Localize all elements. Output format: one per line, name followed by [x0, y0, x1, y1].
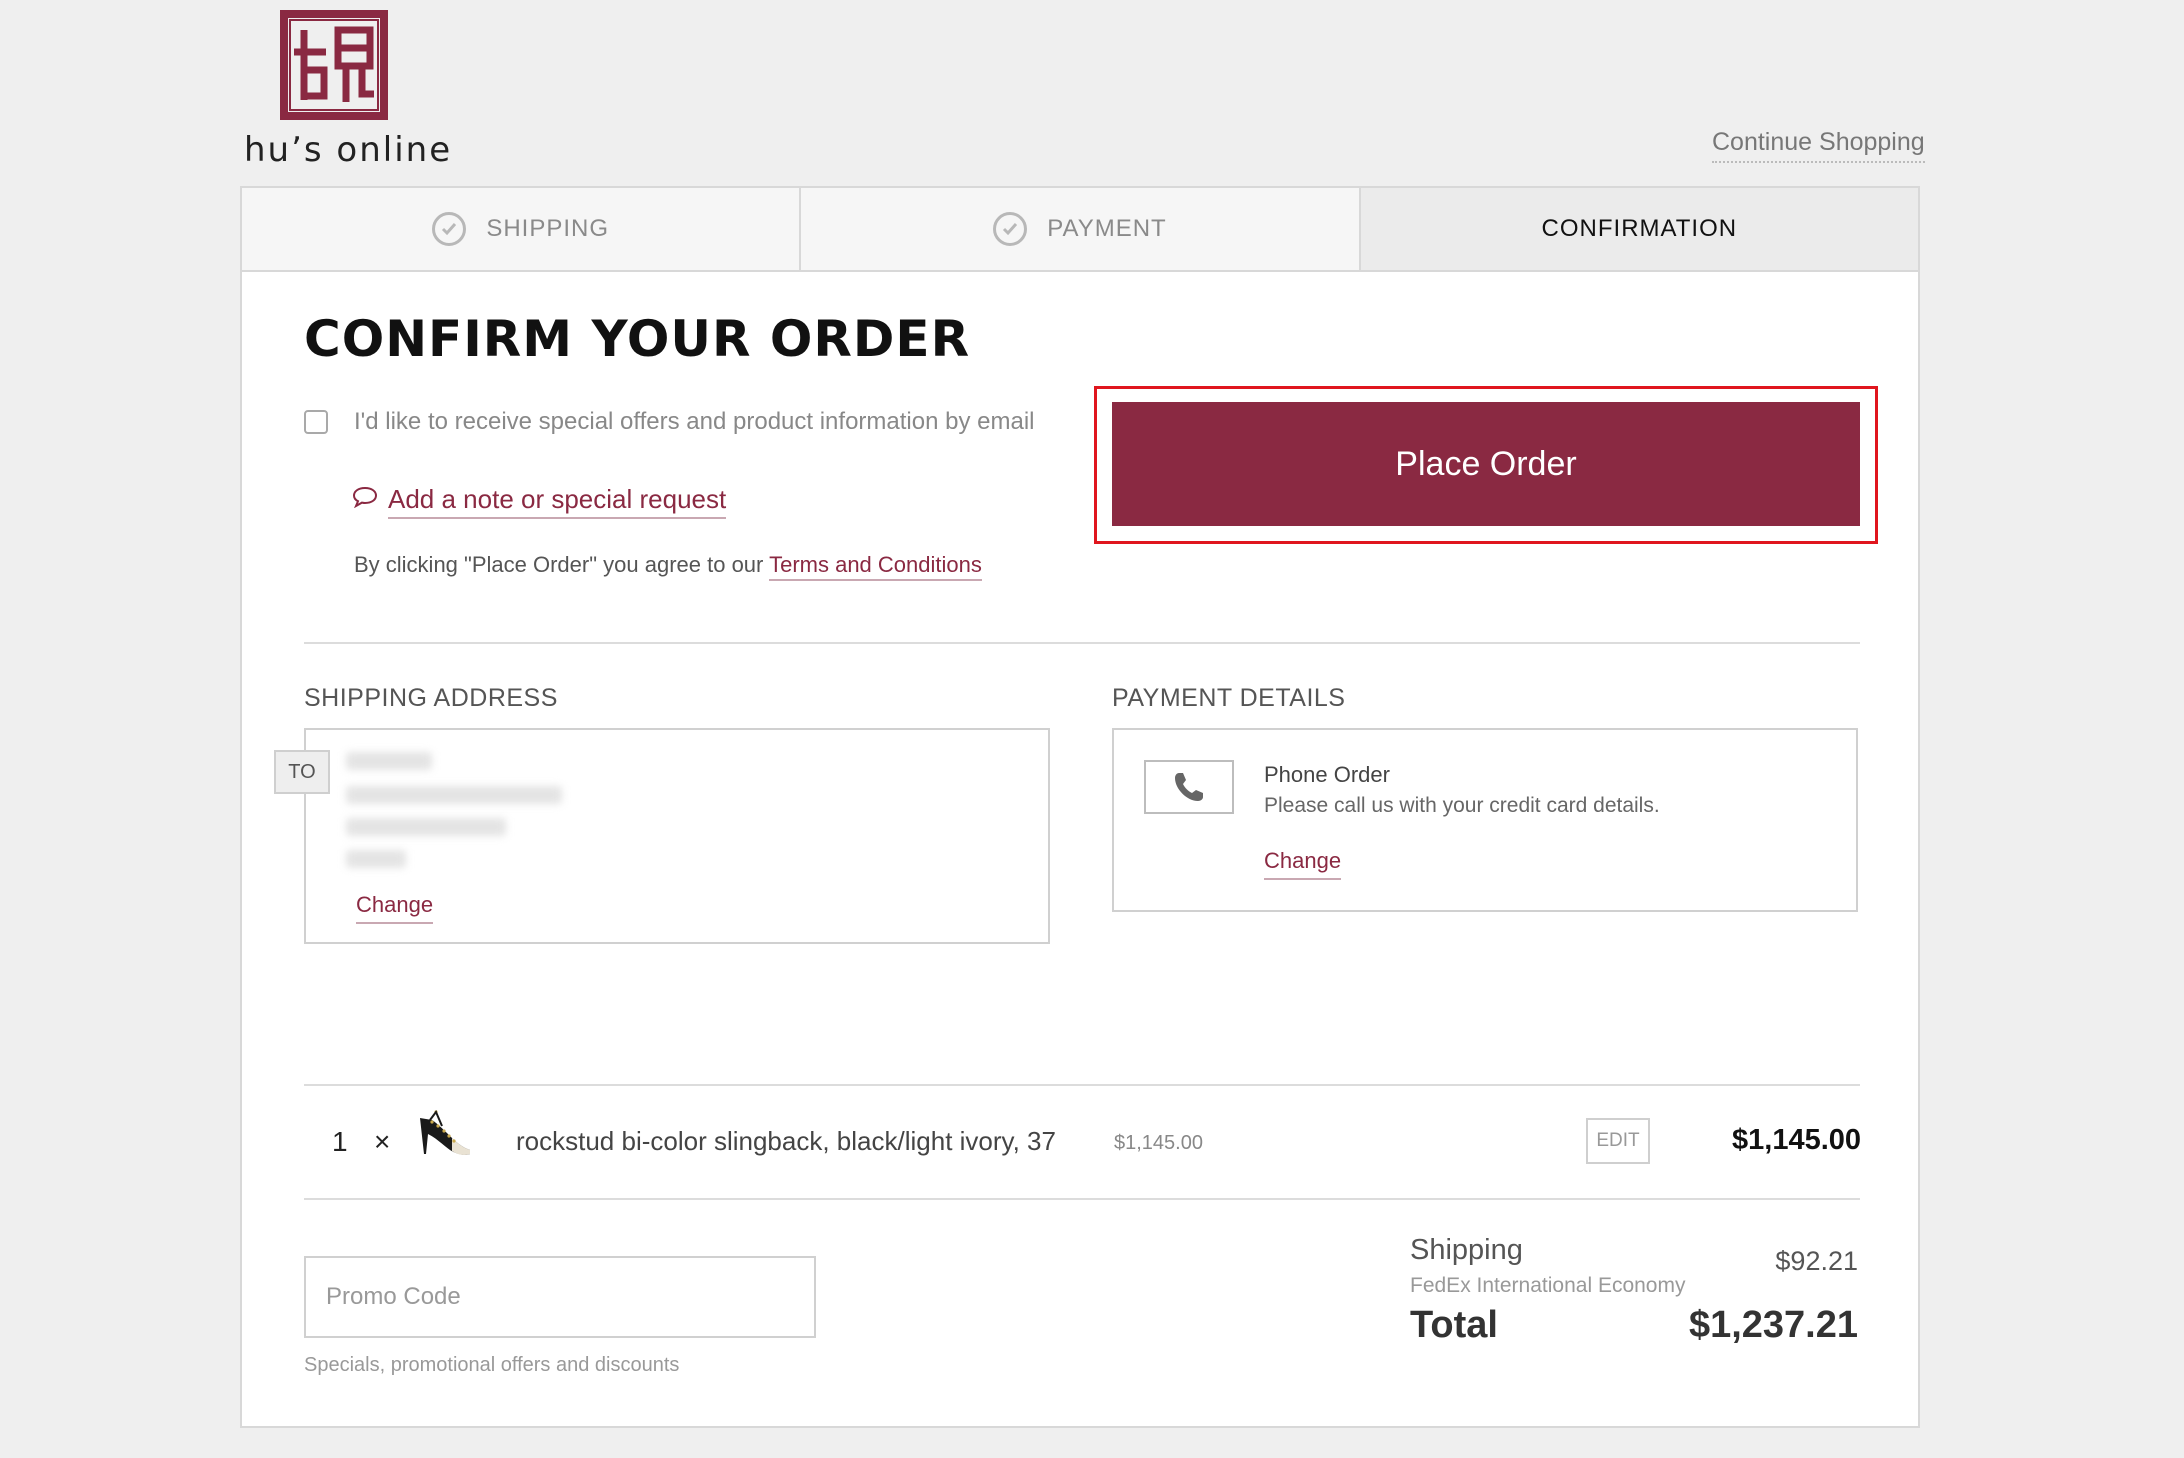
checkout-panel: SHIPPING PAYMENT CONFIRMATION CONFIRM YO… — [240, 186, 1920, 1428]
address-line-redacted — [346, 850, 406, 868]
payment-method: Phone Order — [1264, 762, 1390, 787]
shipping-method: FedEx International Economy — [1410, 1274, 1686, 1297]
add-note-link[interactable]: Add a note or special request — [388, 484, 727, 519]
agree-text: By clicking "Place Order" you agree to o… — [354, 552, 770, 577]
checkout-steps: SHIPPING PAYMENT CONFIRMATION — [242, 188, 1918, 272]
shipping-address-heading: SHIPPING ADDRESS — [304, 684, 558, 712]
divider — [304, 1084, 1860, 1086]
to-tag: TO — [274, 750, 330, 794]
phone-icon — [1144, 760, 1234, 814]
divider — [304, 642, 1860, 644]
item-quantity: 1 — [332, 1126, 348, 1157]
unit-price: $1,145.00 — [1114, 1132, 1203, 1154]
line-total: $1,145.00 — [1732, 1124, 1862, 1156]
place-order-button[interactable]: Place Order — [1112, 402, 1860, 526]
email-optin-label: I'd like to receive special offers and p… — [354, 408, 1035, 435]
payment-details-heading: PAYMENT DETAILS — [1112, 684, 1346, 712]
change-payment-link[interactable]: Change — [1264, 848, 1342, 880]
check-circle-icon — [993, 212, 1028, 246]
step-confirmation: CONFIRMATION — [1360, 188, 1918, 270]
edit-item-button[interactable]: EDIT — [1586, 1118, 1650, 1164]
step-label: PAYMENT — [1047, 215, 1167, 242]
terms-agreement: By clicking "Place Order" you agree to o… — [354, 552, 982, 581]
total-price: $1,237.21 — [1688, 1304, 1858, 1346]
divider — [304, 1198, 1860, 1200]
shipping-label: Shipping — [1410, 1234, 1523, 1266]
step-shipping[interactable]: SHIPPING — [242, 188, 802, 270]
step-label: SHIPPING — [486, 215, 610, 242]
continue-shopping-link[interactable]: Continue Shopping — [1712, 128, 1925, 163]
product-name[interactable]: rockstud bi-color slingback, black/light… — [516, 1126, 1056, 1157]
shipping-price: $92.21 — [1775, 1246, 1858, 1276]
times-sign: × — [374, 1126, 391, 1157]
payment-description: Please call us with your credit card det… — [1264, 794, 1660, 817]
shipping-address-card: Change — [304, 728, 1050, 944]
check-circle-icon — [432, 212, 467, 246]
promo-code-input[interactable] — [304, 1256, 816, 1338]
product-thumbnail[interactable] — [412, 1104, 474, 1164]
address-line-redacted — [346, 786, 562, 804]
promo-help-text: Specials, promotional offers and discoun… — [304, 1354, 680, 1376]
total-label: Total — [1410, 1304, 1498, 1346]
brand-name: hu’s online — [244, 130, 453, 170]
address-line-redacted — [346, 818, 506, 836]
email-optin-checkbox[interactable] — [304, 410, 328, 434]
brand-logo-seal[interactable] — [280, 10, 388, 120]
address-line-redacted — [346, 752, 432, 770]
step-label: CONFIRMATION — [1541, 215, 1738, 242]
change-address-link[interactable]: Change — [356, 892, 434, 924]
payment-details-card — [1112, 728, 1858, 912]
speech-bubble-icon — [352, 486, 378, 513]
step-payment[interactable]: PAYMENT — [801, 188, 1361, 270]
page-title: CONFIRM YOUR ORDER — [304, 310, 971, 368]
terms-link[interactable]: Terms and Conditions — [769, 552, 982, 581]
